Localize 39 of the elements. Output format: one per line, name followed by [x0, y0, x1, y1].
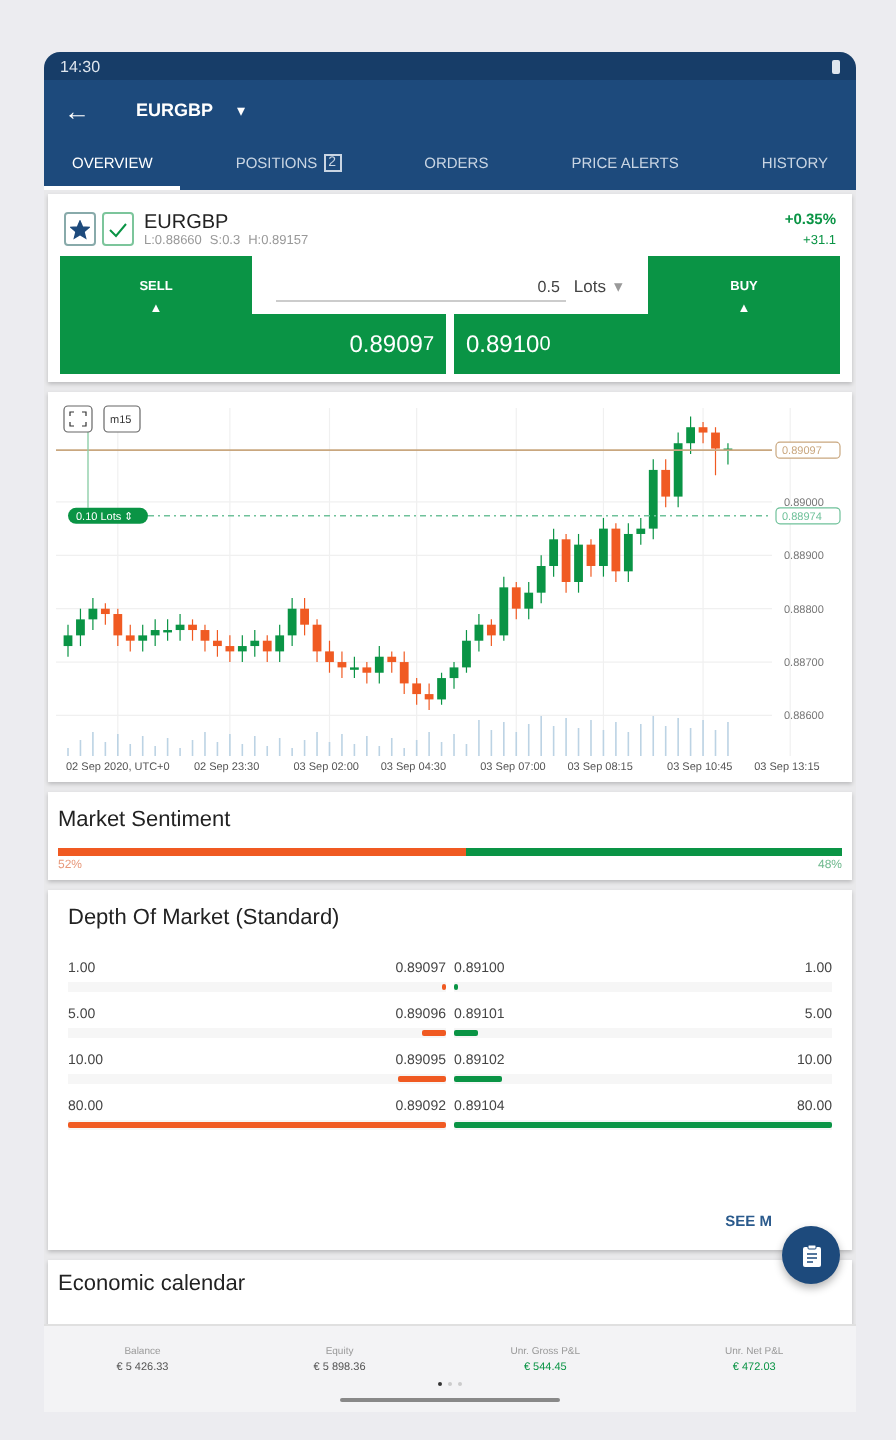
candlestick — [213, 629, 222, 658]
candlestick — [462, 629, 471, 674]
candlestick — [723, 442, 733, 466]
candlestick — [163, 618, 172, 642]
candlestick — [437, 672, 446, 706]
section-title: Market Sentiment — [58, 808, 233, 832]
candlestick — [188, 618, 197, 642]
star-icon — [70, 219, 90, 239]
instrument-name: EURGBP — [144, 211, 231, 233]
favorite-button[interactable] — [64, 212, 96, 246]
candlestick — [574, 533, 583, 594]
candlestick — [586, 538, 596, 578]
candlestick — [300, 597, 309, 636]
candlestick — [312, 618, 322, 663]
candlestick — [350, 656, 359, 679]
candlestick — [200, 624, 210, 652]
candlestick — [686, 415, 695, 455]
candlestick — [325, 640, 334, 674]
battery-icon — [832, 59, 840, 73]
section-title: Depth Of Market (Standard) — [68, 905, 342, 929]
candlestick — [175, 613, 185, 642]
candlestick — [76, 608, 85, 647]
candlestick — [711, 426, 720, 476]
lots-field[interactable]: 0.5 — [276, 269, 566, 301]
dropdown-icon[interactable]: ▾ — [237, 101, 246, 119]
candlestick — [599, 517, 608, 578]
lots-unit[interactable]: Lots — [573, 275, 606, 295]
symbol-title[interactable]: EURGBP — [136, 100, 214, 120]
candlestick — [63, 624, 73, 658]
candlestick — [449, 661, 459, 690]
check-icon — [108, 221, 128, 237]
candlestick — [698, 421, 708, 444]
section-title: Economic calendar — [58, 1271, 248, 1295]
select-checkbox[interactable] — [102, 212, 134, 246]
back-button[interactable]: ← — [64, 95, 104, 125]
fullscreen-button[interactable] — [63, 405, 93, 433]
clipboard-icon — [801, 1243, 821, 1267]
candlestick — [337, 650, 347, 679]
status-time: 14:30 — [60, 57, 101, 75]
